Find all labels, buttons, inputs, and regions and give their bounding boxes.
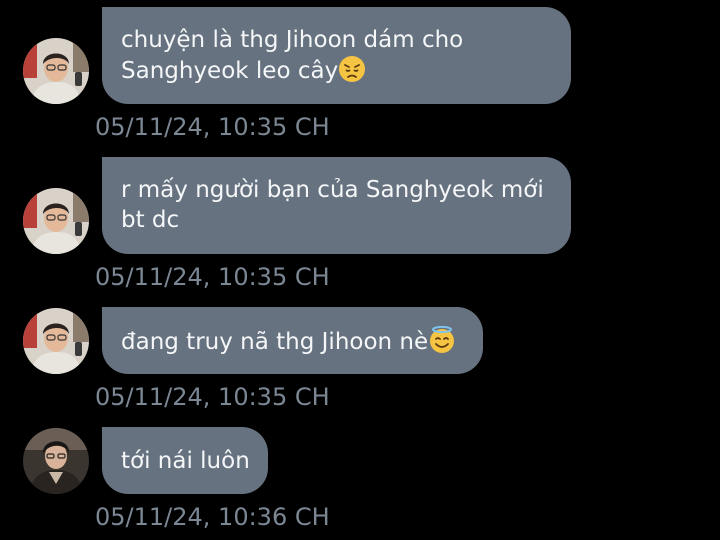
avatar-photo <box>23 38 89 104</box>
avatar[interactable] <box>23 308 89 374</box>
smiling-face-with-halo-emoji <box>428 326 456 354</box>
message-text: đang truy nã thg Jihoon nè <box>121 329 429 355</box>
message-text: tới nái luôn <box>121 448 250 474</box>
message-row: r mấy người bạn của Sanghyeok mới bt dc … <box>0 150 720 300</box>
message-bubble[interactable]: r mấy người bạn của Sanghyeok mới bt dc <box>102 157 571 254</box>
message-bubble[interactable]: đang truy nã thg Jihoon nè <box>102 307 483 374</box>
message-timestamp: 05/11/24, 10:36 CH <box>95 503 330 531</box>
avatar[interactable] <box>23 38 89 104</box>
message-bubble[interactable]: tới nái luôn <box>102 427 268 494</box>
avatar[interactable] <box>23 188 89 254</box>
message-bubble[interactable]: chuyện là thg Jihoon dám cho Sanghyeok l… <box>102 7 571 104</box>
message-row: tới nái luôn 05/11/24, 10:36 CH <box>0 420 720 540</box>
message-timestamp: 05/11/24, 10:35 CH <box>95 383 330 411</box>
avatar-photo <box>23 428 89 494</box>
message-text: Sanghyeok leo cây <box>121 58 339 84</box>
avatar-photo <box>23 308 89 374</box>
message-text: r mấy người bạn của Sanghyeok mới <box>121 177 544 203</box>
message-timestamp: 05/11/24, 10:35 CH <box>95 113 330 141</box>
avatar-photo <box>23 188 89 254</box>
message-timestamp: 05/11/24, 10:35 CH <box>95 263 330 291</box>
message-row: đang truy nã thg Jihoon nè 05/11/24, 10:… <box>0 300 720 420</box>
message-text: bt dc <box>121 207 180 233</box>
avatar[interactable] <box>23 428 89 494</box>
disappointed-face-emoji <box>338 55 366 83</box>
message-text: chuyện là thg Jihoon dám cho <box>121 27 464 53</box>
message-row: chuyện là thg Jihoon dám cho Sanghyeok l… <box>0 0 720 150</box>
